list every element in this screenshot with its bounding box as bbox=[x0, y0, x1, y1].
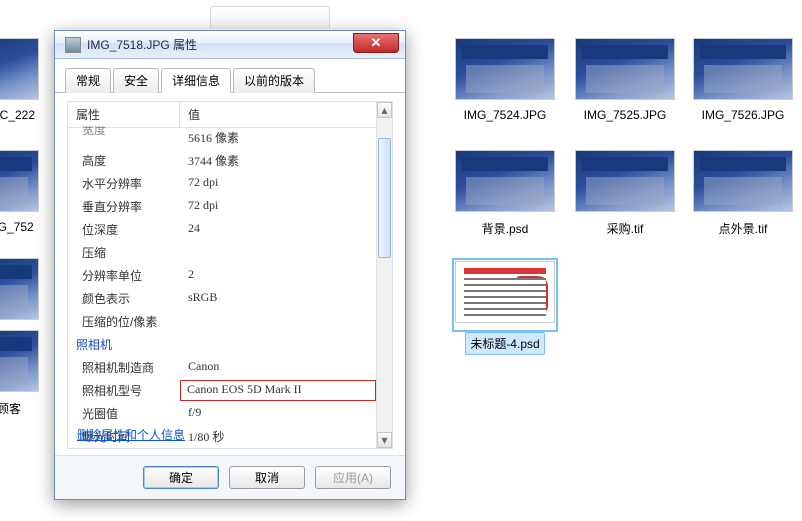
thumb-label: IMG_7524.JPG bbox=[450, 106, 560, 124]
thumb-image bbox=[455, 38, 555, 100]
property-row[interactable]: 宽度5616 像素 bbox=[68, 126, 376, 149]
cancel-button[interactable]: 取消 bbox=[229, 466, 305, 489]
thumb-image bbox=[0, 150, 39, 212]
file-thumb[interactable]: 点外景.tif bbox=[688, 150, 798, 239]
thumb-selection-frame bbox=[452, 258, 558, 332]
col-value[interactable]: 值 bbox=[180, 102, 392, 127]
property-section: 照相机 bbox=[68, 333, 376, 356]
property-row[interactable]: 位深度24 bbox=[68, 218, 376, 241]
file-thumb[interactable]: IMG_7526.JPG bbox=[688, 38, 798, 124]
ok-button[interactable]: 确定 bbox=[143, 466, 219, 489]
property-value: 72 dpi bbox=[180, 173, 376, 194]
file-thumb[interactable]: 背景.psd bbox=[450, 150, 560, 239]
property-row[interactable]: 压缩 bbox=[68, 241, 376, 264]
scroll-down-button[interactable]: ▾ bbox=[377, 432, 392, 448]
dialog-button-row: 确定 取消 应用(A) bbox=[55, 455, 405, 499]
property-value: Canon EOS 5D Mark II bbox=[180, 380, 376, 401]
property-name: 垂直分辨率 bbox=[68, 196, 180, 217]
property-value: 5616 像素 bbox=[180, 127, 376, 148]
apply-button[interactable]: 应用(A) bbox=[315, 466, 391, 489]
properties-header: 属性 值 bbox=[68, 102, 392, 128]
thumb-image bbox=[0, 330, 39, 392]
property-name: 压缩的位/像素 bbox=[68, 311, 180, 332]
thumb-label: IMG_7525.JPG bbox=[570, 106, 680, 124]
properties-panel: 属性 值 宽度5616 像素高度3744 像素水平分辨率72 dpi垂直分辨率7… bbox=[67, 101, 393, 449]
property-name: 宽度 bbox=[68, 126, 180, 148]
thumb-label: 背景.psd bbox=[450, 218, 560, 239]
properties-dialog: IMG_7518.JPG 属性 ✕ 常规 安全 详细信息 以前的版本 属性 值 … bbox=[54, 30, 406, 500]
property-row[interactable]: 垂直分辨率72 dpi bbox=[68, 195, 376, 218]
property-row[interactable]: 压缩的位/像素 bbox=[68, 310, 376, 333]
file-icon bbox=[65, 37, 81, 53]
tab-previous-versions[interactable]: 以前的版本 bbox=[233, 68, 315, 93]
close-icon: ✕ bbox=[371, 35, 382, 51]
property-name: 照相机型号 bbox=[68, 380, 180, 401]
thumb-image bbox=[0, 258, 39, 320]
scrollbar-thumb[interactable] bbox=[378, 138, 391, 258]
remove-properties-link[interactable]: 删除属性和个人信息 bbox=[77, 426, 185, 443]
file-thumb[interactable]: 未标题-4.psd bbox=[450, 258, 560, 355]
file-thumb[interactable]: 采购.tif bbox=[570, 150, 680, 239]
dialog-tabs: 常规 安全 详细信息 以前的版本 bbox=[55, 59, 405, 93]
property-value: sRGB bbox=[180, 288, 376, 309]
property-value: 1/80 秒 bbox=[180, 426, 376, 447]
file-thumb[interactable]: IMG_7525.JPG bbox=[570, 38, 680, 124]
property-value: Canon bbox=[180, 357, 376, 378]
property-value: 72 dpi bbox=[180, 196, 376, 217]
property-row[interactable]: 分辨率单位2 bbox=[68, 264, 376, 287]
tab-general[interactable]: 常规 bbox=[65, 68, 111, 93]
close-button[interactable]: ✕ bbox=[353, 33, 399, 53]
property-name: 光圈值 bbox=[68, 403, 180, 424]
property-value bbox=[180, 311, 376, 332]
thumb-label: 采购.tif bbox=[570, 218, 680, 239]
property-row[interactable]: 照相机制造商Canon bbox=[68, 356, 376, 379]
dialog-title: IMG_7518.JPG 属性 bbox=[87, 36, 353, 53]
vertical-scrollbar[interactable]: ▴ ▾ bbox=[376, 102, 392, 448]
properties-rows: 宽度5616 像素高度3744 像素水平分辨率72 dpi垂直分辨率72 dpi… bbox=[68, 126, 376, 448]
property-value: 24 bbox=[180, 219, 376, 240]
property-name: 颜色表示 bbox=[68, 288, 180, 309]
property-name: 高度 bbox=[68, 150, 180, 171]
file-thumb[interactable]: IMG_7524.JPG bbox=[450, 38, 560, 124]
thumb-label: 点外景.tif bbox=[688, 218, 798, 239]
thumb-image bbox=[693, 38, 793, 100]
chevron-down-icon: ▾ bbox=[381, 433, 387, 447]
col-name[interactable]: 属性 bbox=[68, 102, 180, 127]
thumb-image bbox=[455, 261, 555, 323]
property-name: 压缩 bbox=[68, 242, 180, 263]
property-row[interactable]: 水平分辨率72 dpi bbox=[68, 172, 376, 195]
property-row[interactable]: 光圈值f/9 bbox=[68, 402, 376, 425]
property-row[interactable]: 照相机型号Canon EOS 5D Mark II bbox=[68, 379, 376, 402]
thumb-label: IMG_7526.JPG bbox=[688, 106, 798, 124]
tab-security[interactable]: 安全 bbox=[113, 68, 159, 93]
scroll-up-button[interactable]: ▴ bbox=[377, 102, 392, 118]
thumb-image bbox=[693, 150, 793, 212]
property-value: 3744 像素 bbox=[180, 150, 376, 171]
property-value bbox=[180, 242, 376, 263]
property-name: 分辨率单位 bbox=[68, 265, 180, 286]
property-row[interactable]: 高度3744 像素 bbox=[68, 149, 376, 172]
thumb-image bbox=[575, 38, 675, 100]
property-value: f/9 bbox=[180, 403, 376, 424]
section-label: 照相机 bbox=[68, 334, 180, 355]
thumb-image bbox=[455, 150, 555, 212]
property-name: 位深度 bbox=[68, 219, 180, 240]
thumb-image bbox=[575, 150, 675, 212]
chevron-up-icon: ▴ bbox=[381, 103, 387, 117]
thumb-image bbox=[0, 38, 39, 100]
property-value: 2 bbox=[180, 265, 376, 286]
thumb-label: 未标题-4.psd bbox=[465, 332, 544, 355]
tab-details[interactable]: 详细信息 bbox=[161, 68, 231, 93]
background-tab-stub bbox=[210, 6, 330, 28]
property-row[interactable]: 颜色表示sRGB bbox=[68, 287, 376, 310]
property-name: 水平分辨率 bbox=[68, 173, 180, 194]
property-name: 照相机制造商 bbox=[68, 357, 180, 378]
dialog-titlebar[interactable]: IMG_7518.JPG 属性 ✕ bbox=[55, 31, 405, 59]
